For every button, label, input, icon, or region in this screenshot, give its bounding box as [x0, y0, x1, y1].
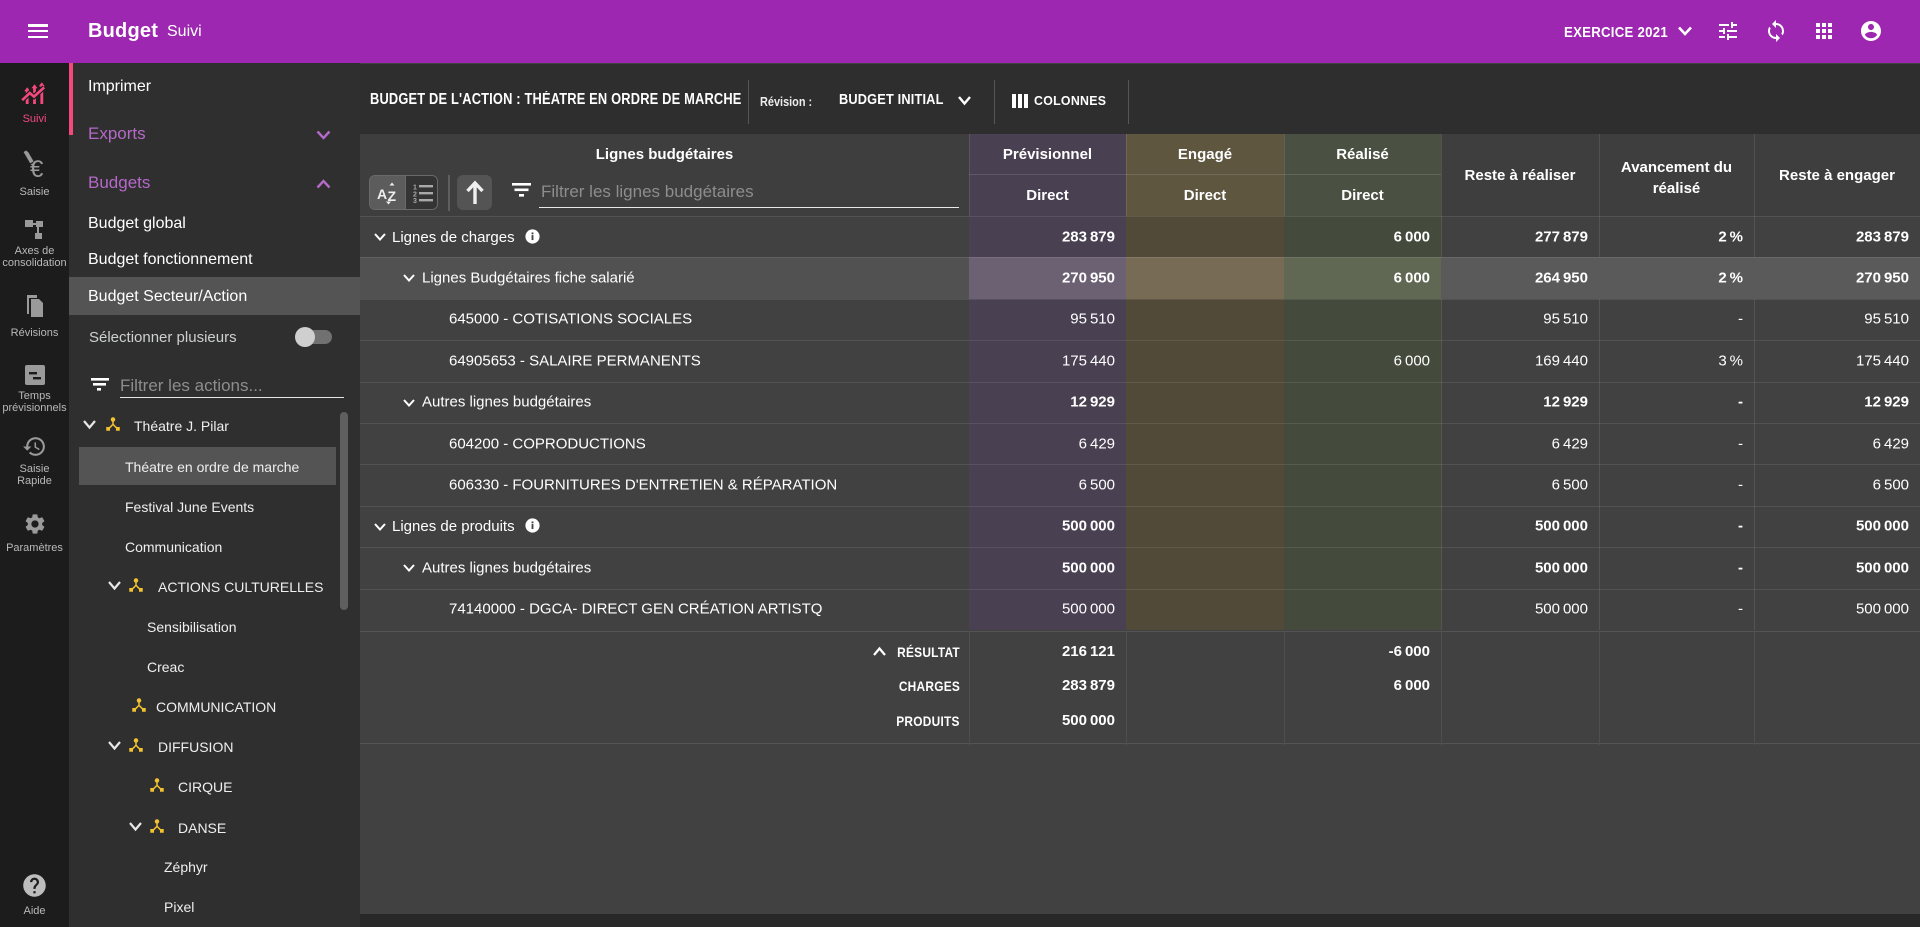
svg-text:A: A: [377, 186, 387, 202]
svg-text:3: 3: [413, 198, 417, 203]
svg-text:1: 1: [413, 185, 417, 192]
svg-text:€: €: [30, 156, 44, 180]
